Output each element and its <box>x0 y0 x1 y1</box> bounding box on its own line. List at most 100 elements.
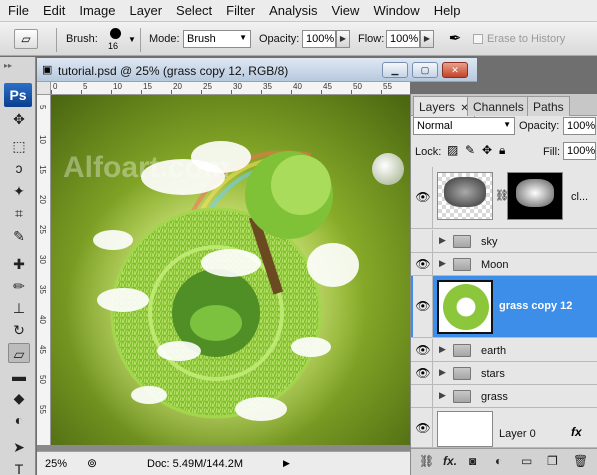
eraser-tool-preset-icon[interactable]: ▱ <box>14 29 38 49</box>
menu-window[interactable]: Window <box>373 3 419 18</box>
layer-row[interactable]: 👁︎ ▶ earth <box>411 339 597 362</box>
adjustment-layer-icon[interactable]: ◐ <box>495 454 502 468</box>
brush-picker-arrow-icon[interactable]: ▼ <box>128 35 136 44</box>
visibility-toggle[interactable]: 👁︎ <box>413 276 433 337</box>
gradient-icon[interactable]: ▬ <box>8 366 30 386</box>
tab-channels-label: Channels <box>473 100 524 114</box>
dodge-icon[interactable]: ◐ <box>8 410 30 430</box>
flow-arrow-icon[interactable]: ▶ <box>420 30 434 48</box>
brush-picker[interactable]: 16 <box>104 26 128 54</box>
lasso-icon[interactable]: ↄ <box>8 158 30 178</box>
status-menu-arrow-icon[interactable]: ▶ <box>283 458 290 469</box>
layer-opacity-label: Opacity: <box>519 120 560 132</box>
blend-mode-select[interactable]: Normal ▼ <box>413 117 515 135</box>
restore-button[interactable]: ▢ <box>412 62 438 78</box>
new-group-icon[interactable]: ▭ <box>521 454 532 468</box>
layer-row[interactable]: 👁︎ Layer 0 fx <box>411 408 597 448</box>
eraser-icon[interactable]: ▱ <box>8 343 30 363</box>
zoom-level[interactable]: 25% <box>45 458 67 470</box>
visibility-toggle[interactable] <box>413 385 433 407</box>
move-icon[interactable]: ✥ <box>8 109 30 129</box>
document-title-bar[interactable]: ▣ tutorial.psd @ 25% (grass copy 12, RGB… <box>37 58 477 82</box>
new-layer-icon[interactable]: ❐ <box>547 454 558 468</box>
menu-select[interactable]: Select <box>176 3 212 18</box>
expand-arrow-icon[interactable]: ▶ <box>439 390 446 401</box>
layer-row[interactable]: 👁︎ grass copy 12 <box>411 276 597 338</box>
expand-arrow-icon[interactable]: ▶ <box>439 367 446 378</box>
ruler-label: 20 <box>173 82 182 91</box>
menu-image[interactable]: Image <box>79 3 115 18</box>
trash-icon[interactable]: 🗑︎ <box>573 454 588 468</box>
magic-wand-icon[interactable]: ✦ <box>8 181 30 201</box>
menu-analysis[interactable]: Analysis <box>269 3 317 18</box>
menu-edit[interactable]: Edit <box>43 3 65 18</box>
vertical-ruler[interactable]: 5 10 15 20 25 30 35 40 45 50 55 <box>37 95 51 445</box>
fill-input[interactable]: 100% <box>563 142 596 160</box>
menu-file[interactable]: File <box>8 3 29 18</box>
mode-select[interactable]: Brush ▼ <box>183 30 251 48</box>
layer-row[interactable]: 👁︎ ⛓ cl... <box>411 167 597 229</box>
grass-thumbnail <box>443 284 489 330</box>
document-window: ▣ tutorial.psd @ 25% (grass copy 12, RGB… <box>37 58 477 475</box>
expand-arrow-icon[interactable]: ▶ <box>439 344 446 355</box>
visibility-toggle[interactable]: 👁︎ <box>413 408 433 447</box>
path-selection-icon[interactable]: ➤ <box>8 437 30 457</box>
layer-row[interactable]: 👁︎ ▶ Moon <box>411 253 597 276</box>
menu-view[interactable]: View <box>331 3 359 18</box>
tab-layers[interactable]: Layers ✕ <box>413 96 475 117</box>
visibility-toggle[interactable]: 👁︎ <box>413 362 433 384</box>
lock-pixels-icon[interactable]: ✎ <box>465 143 475 157</box>
layer-row[interactable]: ▶ grass <box>411 385 597 408</box>
opacity-value: 100% <box>306 33 335 45</box>
lock-position-icon[interactable]: ✥ <box>482 143 492 157</box>
brush-icon[interactable]: ✏ <box>8 276 30 296</box>
blur-icon[interactable]: ◆ <box>8 388 30 408</box>
tab-channels[interactable]: Channels <box>467 96 530 116</box>
flow-input[interactable]: 100% <box>386 30 420 48</box>
type-icon[interactable]: T <box>8 459 30 475</box>
layer-style-icon[interactable]: fx. <box>443 454 457 468</box>
ruler-origin[interactable] <box>37 82 51 95</box>
layer-effects-icon[interactable]: fx <box>571 425 582 439</box>
ruler-label: 35 <box>263 82 272 91</box>
tools-grip[interactable]: ▸▸ <box>4 61 32 71</box>
visibility-toggle[interactable]: 👁︎ <box>413 167 433 228</box>
expand-arrow-icon[interactable]: ▶ <box>439 258 446 269</box>
layer-row[interactable]: 👁︎ ▶ stars <box>411 362 597 385</box>
layer-mask-thumbnail[interactable] <box>507 172 563 220</box>
flow-label: Flow: <box>358 33 385 45</box>
layer-row[interactable]: ▶ sky <box>411 230 597 253</box>
close-button[interactable]: ✕ <box>442 62 468 78</box>
horizontal-ruler[interactable]: 0 5 10 15 20 25 30 35 40 45 50 55 <box>51 82 410 95</box>
minimize-button[interactable]: ▁ <box>382 62 408 78</box>
blend-mode-value: Normal <box>417 120 453 132</box>
crop-icon[interactable]: ⌗ <box>8 203 30 223</box>
layer-name: Layer 0 <box>499 428 536 440</box>
document-canvas[interactable]: Alfoart.com <box>51 95 410 445</box>
healing-brush-icon[interactable]: ✚ <box>8 254 30 274</box>
eyedropper-icon[interactable]: ✎ <box>8 226 30 246</box>
add-mask-icon[interactable]: ◙ <box>469 454 476 468</box>
expand-arrow-icon[interactable]: ▶ <box>439 235 446 246</box>
erase-to-history-checkbox[interactable] <box>473 34 483 44</box>
menu-filter[interactable]: Filter <box>226 3 255 18</box>
opacity-arrow-icon[interactable]: ▶ <box>336 30 350 48</box>
tab-paths[interactable]: Paths <box>527 96 570 116</box>
ruler-label: 15 <box>143 82 152 91</box>
link-layers-icon[interactable]: ⛓ <box>419 454 434 468</box>
airbrush-icon[interactable]: ✒ <box>444 29 466 49</box>
menu-layer[interactable]: Layer <box>130 3 163 18</box>
layer-opacity-input[interactable]: 100% <box>563 117 596 135</box>
lock-transparency-icon[interactable]: ▨ <box>447 143 458 157</box>
visibility-toggle[interactable] <box>413 230 433 252</box>
status-nav-icon[interactable]: ⊚ <box>87 456 97 470</box>
marquee-icon[interactable]: ⬚ <box>8 136 30 156</box>
visibility-toggle[interactable]: 👁︎ <box>413 253 433 275</box>
menu-help[interactable]: Help <box>434 3 461 18</box>
visibility-toggle[interactable]: 👁︎ <box>413 339 433 361</box>
clone-stamp-icon[interactable]: ⊥ <box>8 298 30 318</box>
history-brush-icon[interactable]: ↻ <box>8 320 30 340</box>
lock-all-icon[interactable]: 🔒︎ <box>499 143 505 158</box>
tools-panel: ▸▸ Ps ✥ ⬚ ↄ ✦ ⌗ ✎ ✚ ✏ ⊥ ↻ ▱ ▬ ◆ ◐ ➤ T <box>0 57 36 475</box>
opacity-input[interactable]: 100% <box>302 30 336 48</box>
